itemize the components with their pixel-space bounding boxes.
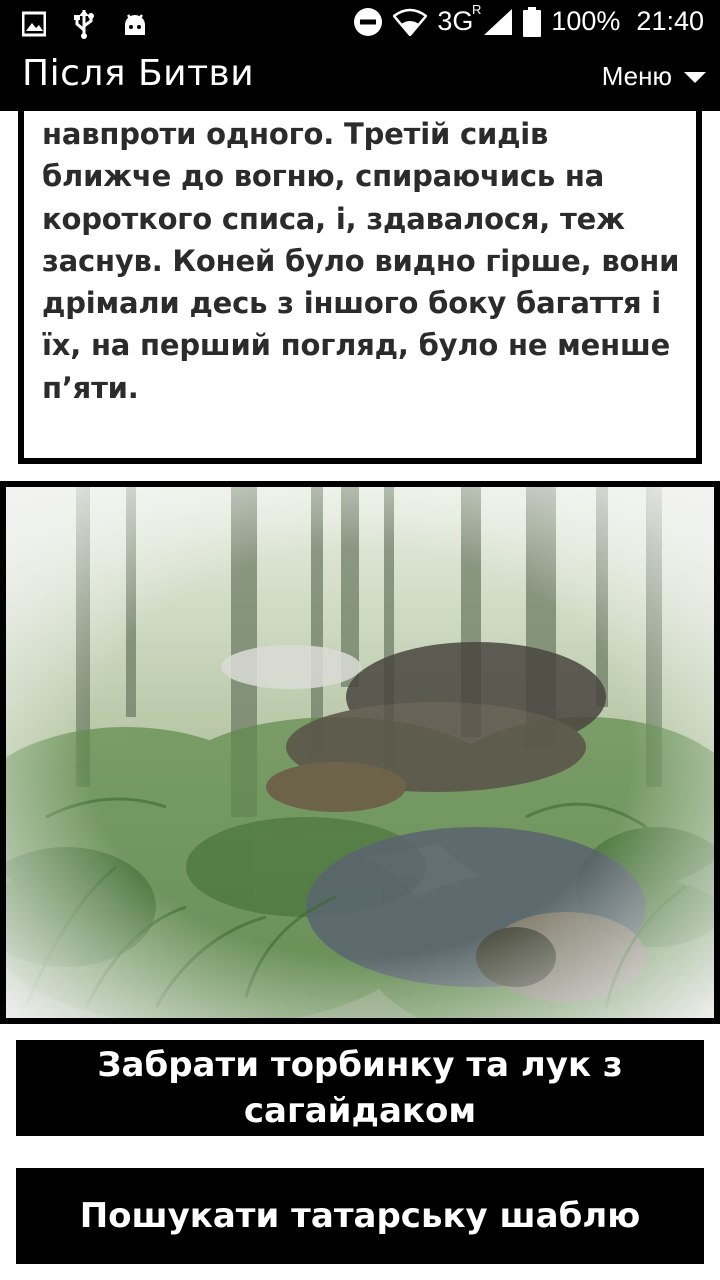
battery-icon [523,6,542,37]
network-type: 3G [437,6,474,36]
usb-icon [74,10,94,39]
notification-icons [22,8,148,40]
illustration-frame [0,481,720,1024]
menu-button[interactable]: Меню [602,56,706,96]
forest-battlefield-illustration [6,487,714,1018]
signal-icon [484,8,513,35]
choice-button-search-saber[interactable]: Пошукати татарську шаблю [16,1168,704,1264]
story-panel: навпроти одного. Третій сидів ближче до … [18,111,702,464]
app-title: Після Битви [22,53,255,94]
clock: 21:40 [636,6,704,36]
battery-level: 100% [551,6,621,36]
menu-label: Меню [601,60,672,91]
choice-label: Пошукати татарську шаблю [79,1196,641,1236]
app-bar: Після Битви Меню [0,48,720,111]
do-not-disturb-icon [354,7,383,36]
status-bar: 3G R 100% 21:40 [0,0,720,48]
image-icon [22,11,46,37]
story-text: навпроти одного. Третій сидів ближче до … [42,117,680,405]
roaming-indicator: R [471,2,482,17]
system-icons: 3G R 100% 21:40 [353,2,704,37]
dropdown-arrow-icon [684,71,706,83]
android-icon [125,14,145,35]
choice-label: Забрати торбинку та лук з сагайдаком [97,1045,623,1131]
wifi-icon [393,8,428,36]
choice-button-take-bag-and-bow[interactable]: Забрати торбинку та лук з сагайдаком [16,1040,704,1136]
